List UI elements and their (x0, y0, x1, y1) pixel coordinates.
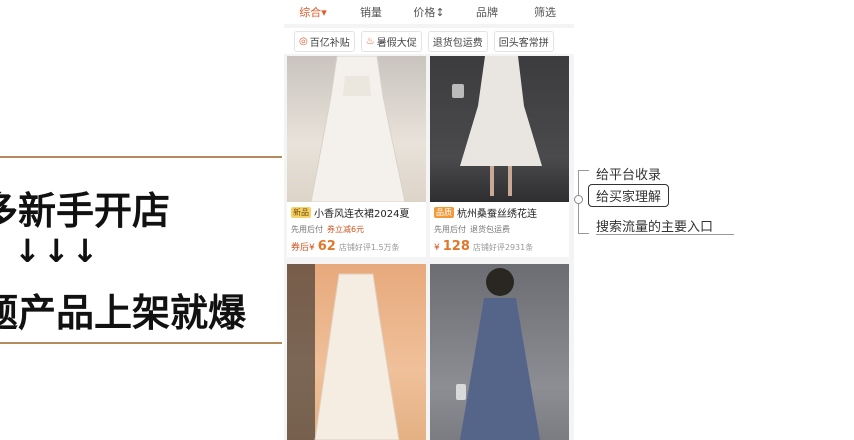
product-card[interactable] (430, 264, 569, 440)
tag-label: 百亿补贴 (309, 37, 350, 49)
dress-photo (456, 268, 540, 440)
slide-heading: 多新手开店 (0, 189, 171, 233)
product-badge: 品质 (434, 207, 454, 218)
slide-panel: 多新手开店 ↓↓↓ 题产品上架就爆 (0, 156, 282, 344)
coupon-label: 券立减6元 (327, 225, 365, 234)
product-card[interactable]: 品质 杭州桑蚕丝绣花连 先用后付 退货包运费 ¥ 128 店铺好评2931条 (430, 56, 569, 257)
flame-icon: ♨ (365, 35, 375, 47)
product-card[interactable]: 新品 小香风连衣裙2024夏 先用后付 券立减6元 券后¥ 62 店铺好评1.5… (287, 56, 426, 257)
sort-composite[interactable]: 综合▾ (284, 4, 342, 20)
tag-promo[interactable]: ♨ 暑假大促 (360, 30, 422, 52)
tag-label: 退货包运费 (432, 37, 483, 49)
annotation-platform-index: 给平台收录 (596, 168, 662, 183)
product-sales: 店铺好评2931条 (472, 243, 534, 252)
connector-dot-icon (574, 195, 583, 204)
free-return-label: 退货包运费 (470, 225, 510, 234)
dress-photo (452, 56, 542, 196)
product-sales: 店铺好评1.5万条 (338, 243, 400, 252)
product-price: 128 (442, 239, 470, 254)
pay-later-label: 先用后付 (291, 225, 323, 234)
pay-later-label: 先用后付 (434, 225, 466, 234)
annotation-underline (596, 234, 734, 235)
annotation-search-entry: 搜索流量的主要入口 (596, 220, 714, 235)
sort-brand[interactable]: 品牌 (458, 4, 516, 20)
price-prefix: ¥ (434, 243, 440, 253)
filter-tags: ◎ 百亿补贴 ♨ 暑假大促 退货包运费 回头客常拼 (284, 28, 574, 54)
phone-screen: 综合▾ 销量 价格↕ 品牌 筛选 ◎ 百亿补贴 ♨ 暑假大促 退货包运费 回头客… (284, 0, 574, 440)
sort-price[interactable]: 价格↕ (400, 4, 458, 20)
slide-subheading: 题产品上架就爆 (0, 291, 247, 335)
sort-sales[interactable]: 销量 (342, 4, 400, 20)
tag-free-return[interactable]: 退货包运费 (427, 30, 488, 52)
down-arrows-icon: ↓↓↓ (14, 232, 101, 270)
sort-bar: 综合▾ 销量 价格↕ 品牌 筛选 (284, 0, 574, 24)
tag-label: 回头客常拼 (498, 37, 549, 49)
dress-photo (310, 56, 406, 203)
tag-repeat[interactable]: 回头客常拼 (493, 30, 554, 52)
dress-photo (287, 264, 400, 440)
tag-label: 暑假大促 (376, 37, 417, 49)
product-badge: 新品 (291, 207, 311, 218)
product-card[interactable] (287, 264, 426, 440)
annotation-buyer-understanding: 给买家理解 (588, 184, 670, 207)
product-image[interactable] (287, 264, 426, 440)
price-prefix: 券后¥ (291, 243, 315, 253)
tag-subsidy[interactable]: ◎ 百亿补贴 (294, 30, 355, 52)
product-image[interactable] (287, 56, 426, 203)
product-title: 杭州桑蚕丝绣花连 (457, 209, 537, 220)
sort-filter[interactable]: 筛选 (516, 4, 574, 20)
coupon-icon: ◎ (299, 35, 308, 47)
product-image[interactable] (430, 56, 569, 202)
product-title: 小香风连衣裙2024夏 (314, 209, 410, 220)
product-image[interactable] (430, 264, 569, 440)
product-price: 62 (317, 239, 336, 254)
